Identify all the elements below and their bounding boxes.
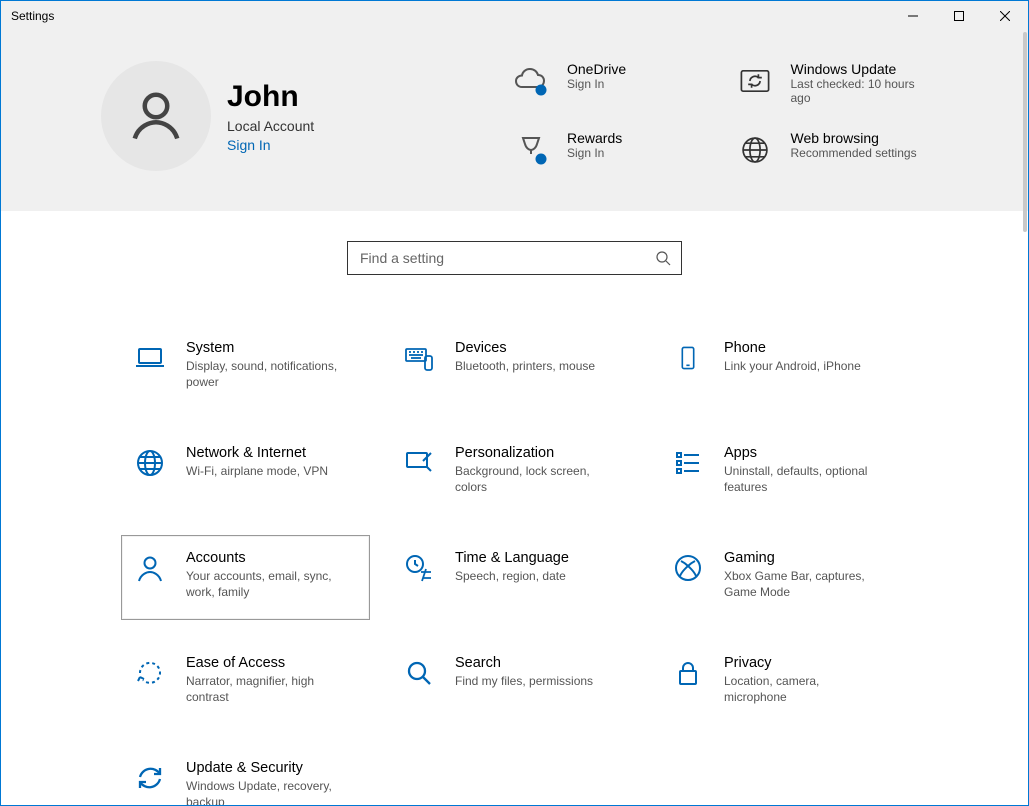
category-accounts[interactable]: Accounts Your accounts, email, sync, wor… [121, 535, 370, 620]
refresh-icon [735, 61, 775, 101]
search-box[interactable] [347, 241, 682, 275]
status-sub: Last checked: 10 hours ago [791, 77, 929, 105]
category-title: Accounts [186, 550, 346, 566]
category-sub: Bluetooth, printers, mouse [455, 358, 595, 374]
close-button[interactable] [982, 1, 1028, 31]
status-title: Web browsing [791, 130, 917, 146]
user-info: John Local Account Sign In [227, 79, 314, 153]
lock-icon [670, 655, 706, 691]
category-sub: Windows Update, recovery, backup [186, 778, 346, 805]
category-title: Phone [724, 340, 861, 356]
category-title: System [186, 340, 346, 356]
minimize-button[interactable] [890, 1, 936, 31]
category-title: Privacy [724, 655, 884, 671]
xbox-icon [670, 550, 706, 586]
status-sub: Recommended settings [791, 146, 917, 160]
settings-window: Settings John Local Account [0, 0, 1029, 806]
status-title: Windows Update [791, 61, 929, 77]
category-sub: Xbox Game Bar, captures, Game Mode [724, 568, 884, 600]
status-title: Rewards [567, 130, 622, 146]
category-sub: Speech, region, date [455, 568, 569, 584]
globe-icon [132, 445, 168, 481]
category-sub: Wi-Fi, airplane mode, VPN [186, 463, 328, 479]
category-privacy[interactable]: Privacy Location, camera, microphone [659, 640, 908, 725]
category-title: Search [455, 655, 593, 671]
paintbrush-icon [401, 445, 437, 481]
categories-grid: System Display, sound, notifications, po… [1, 285, 1028, 805]
category-sub: Link your Android, iPhone [724, 358, 861, 374]
titlebar: Settings [1, 1, 1028, 31]
sync-icon [132, 760, 168, 796]
category-title: Gaming [724, 550, 884, 566]
category-sub: Narrator, magnifier, high contrast [186, 673, 346, 705]
user-subtitle: Local Account [227, 118, 314, 134]
status-onedrive[interactable]: OneDrive Sign In [511, 61, 705, 106]
window-title: Settings [11, 9, 890, 23]
search-icon [401, 655, 437, 691]
category-title: Apps [724, 445, 884, 461]
status-web-browsing[interactable]: Web browsing Recommended settings [735, 130, 929, 171]
category-sub: Background, lock screen, colors [455, 463, 615, 495]
category-gaming[interactable]: Gaming Xbox Game Bar, captures, Game Mod… [659, 535, 908, 620]
status-rewards[interactable]: Rewards Sign In [511, 130, 705, 171]
header-area: John Local Account Sign In OneDrive Sign… [1, 31, 1028, 211]
category-sub: Find my files, permissions [455, 673, 593, 689]
category-system[interactable]: System Display, sound, notifications, po… [121, 325, 370, 410]
status-sub: Sign In [567, 146, 622, 160]
category-title: Personalization [455, 445, 615, 461]
category-title: Ease of Access [186, 655, 346, 671]
window-controls [890, 1, 1028, 31]
scrollbar[interactable] [1023, 32, 1027, 804]
time-language-icon [401, 550, 437, 586]
category-devices[interactable]: Devices Bluetooth, printers, mouse [390, 325, 639, 410]
apps-list-icon [670, 445, 706, 481]
maximize-button[interactable] [936, 1, 982, 31]
user-icon [126, 86, 186, 146]
status-grid: OneDrive Sign In Windows Update Last che… [511, 61, 928, 171]
user-signin-link[interactable]: Sign In [227, 137, 314, 153]
category-sub: Uninstall, defaults, optional features [724, 463, 884, 495]
globe-icon [735, 130, 775, 170]
user-icon [132, 550, 168, 586]
category-title: Devices [455, 340, 595, 356]
category-phone[interactable]: Phone Link your Android, iPhone [659, 325, 908, 410]
search-icon [655, 250, 671, 266]
user-name: John [227, 79, 314, 115]
rewards-icon [511, 130, 551, 170]
cloud-icon [511, 61, 551, 101]
category-title: Network & Internet [186, 445, 328, 461]
user-block[interactable]: John Local Account Sign In [101, 61, 481, 171]
category-ease-of-access[interactable]: Ease of Access Narrator, magnifier, high… [121, 640, 370, 725]
status-windows-update[interactable]: Windows Update Last checked: 10 hours ag… [735, 61, 929, 106]
status-title: OneDrive [567, 61, 626, 77]
scrollbar-thumb[interactable] [1023, 32, 1027, 232]
phone-icon [670, 340, 706, 376]
category-update-security[interactable]: Update & Security Windows Update, recove… [121, 745, 370, 805]
keyboard-icon [401, 340, 437, 376]
ease-of-access-icon [132, 655, 168, 691]
laptop-icon [132, 340, 168, 376]
status-sub: Sign In [567, 77, 626, 91]
category-search[interactable]: Search Find my files, permissions [390, 640, 639, 725]
category-time-language[interactable]: Time & Language Speech, region, date [390, 535, 639, 620]
category-personalization[interactable]: Personalization Background, lock screen,… [390, 430, 639, 515]
category-apps[interactable]: Apps Uninstall, defaults, optional featu… [659, 430, 908, 515]
category-title: Update & Security [186, 760, 346, 776]
avatar [101, 61, 211, 171]
category-sub: Your accounts, email, sync, work, family [186, 568, 346, 600]
category-network[interactable]: Network & Internet Wi-Fi, airplane mode,… [121, 430, 370, 515]
category-sub: Location, camera, microphone [724, 673, 884, 705]
search-wrap [1, 211, 1028, 285]
category-title: Time & Language [455, 550, 569, 566]
search-input[interactable] [358, 249, 655, 267]
category-sub: Display, sound, notifications, power [186, 358, 346, 390]
